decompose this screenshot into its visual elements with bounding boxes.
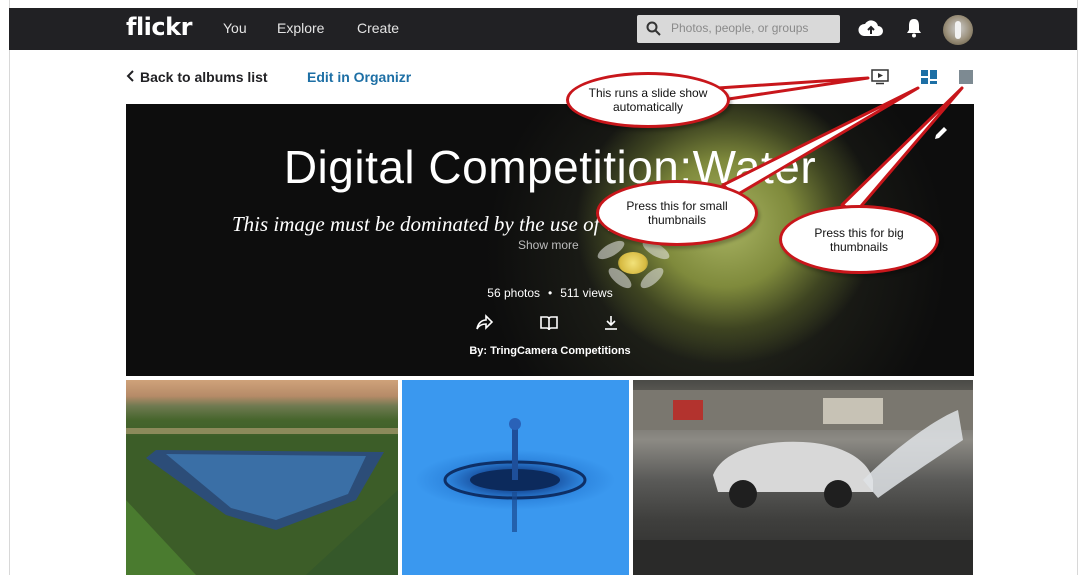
share-icon[interactable]	[474, 314, 494, 337]
big-thumbnails-icon[interactable]	[959, 70, 973, 89]
callout-small-thumbnails: Press this for small thumbnails	[596, 180, 758, 246]
back-to-albums-link[interactable]: Back to albums list	[126, 69, 268, 85]
photo-car-splash[interactable]	[633, 380, 973, 575]
album-stats: 56 photos • 511 views	[126, 286, 974, 300]
top-nav: flickr You Explore Create	[9, 8, 1077, 50]
photo-water-drop[interactable]	[402, 380, 629, 575]
edit-in-organizr-link[interactable]: Edit in Organizr	[307, 69, 411, 85]
search-icon	[646, 21, 661, 41]
callout-big-text: Press this for big thumbnails	[814, 225, 904, 254]
stats-separator: •	[548, 286, 553, 300]
album-owner[interactable]: By: TringCamera Competitions	[126, 345, 974, 357]
show-more-link[interactable]: Show more	[518, 238, 579, 252]
flower-center	[618, 252, 648, 274]
download-icon[interactable]	[602, 314, 620, 337]
callout-slideshow: This runs a slide show automatically	[566, 72, 730, 128]
search-input[interactable]	[669, 20, 838, 36]
chevron-left-icon	[126, 69, 134, 85]
slideshow-icon[interactable]	[871, 69, 889, 90]
callout-slideshow-text: This runs a slide show automatically	[588, 86, 708, 114]
photo-lake[interactable]	[126, 380, 398, 575]
bell-icon[interactable]	[905, 17, 923, 44]
callout-small-text: Press this for small thumbnails	[626, 199, 728, 227]
nav-explore[interactable]: Explore	[277, 20, 324, 36]
avatar[interactable]	[943, 15, 973, 45]
album-title: Digital Competition:Water	[283, 141, 817, 193]
photo-count: 56 photos	[487, 286, 541, 300]
album-description: This image must be dominated by the use …	[232, 212, 653, 236]
nav-you[interactable]: You	[223, 20, 247, 36]
edit-pencil-icon[interactable]	[932, 124, 950, 147]
upload-cloud-icon[interactable]	[858, 18, 884, 43]
view-count: 511 views	[560, 286, 613, 300]
flickr-logo[interactable]: flickr	[126, 13, 192, 41]
search-box[interactable]	[637, 15, 840, 43]
callout-big-thumbnails: Press this for big thumbnails	[779, 205, 939, 274]
small-thumbnails-icon[interactable]	[921, 70, 937, 89]
nav-create[interactable]: Create	[357, 20, 399, 36]
book-icon[interactable]	[539, 314, 559, 337]
back-label: Back to albums list	[140, 69, 268, 85]
